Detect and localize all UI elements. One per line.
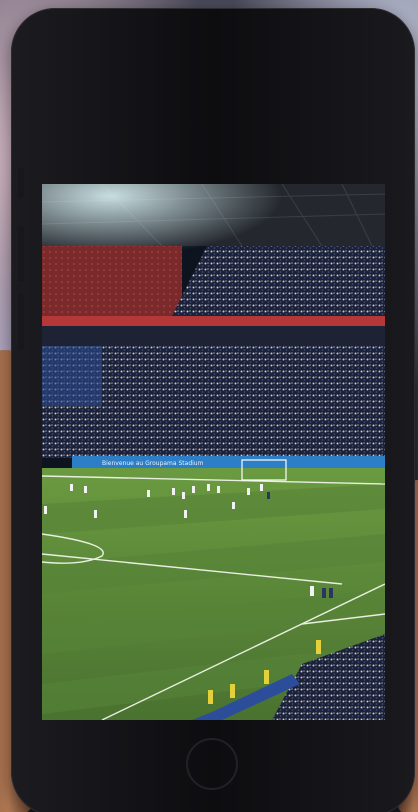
upper-tier-band — [42, 316, 385, 326]
phone-screen: Bienvenue au Groupama Stadium — [42, 184, 385, 720]
mute-switch — [18, 168, 24, 198]
upper-stand-empty — [42, 246, 182, 316]
upper-stand-crowd — [172, 246, 385, 316]
volume-up-button — [18, 226, 24, 282]
banner-text: Bienvenue au Groupama Stadium — [102, 460, 204, 467]
photo-scene: Bienvenue au Groupama Stadium — [0, 0, 418, 812]
tier-gap — [42, 326, 385, 346]
volume-down-button — [18, 294, 24, 350]
home-button[interactable] — [186, 738, 238, 790]
blue-seats — [42, 346, 102, 406]
stadium-photo: Bienvenue au Groupama Stadium — [42, 184, 385, 720]
